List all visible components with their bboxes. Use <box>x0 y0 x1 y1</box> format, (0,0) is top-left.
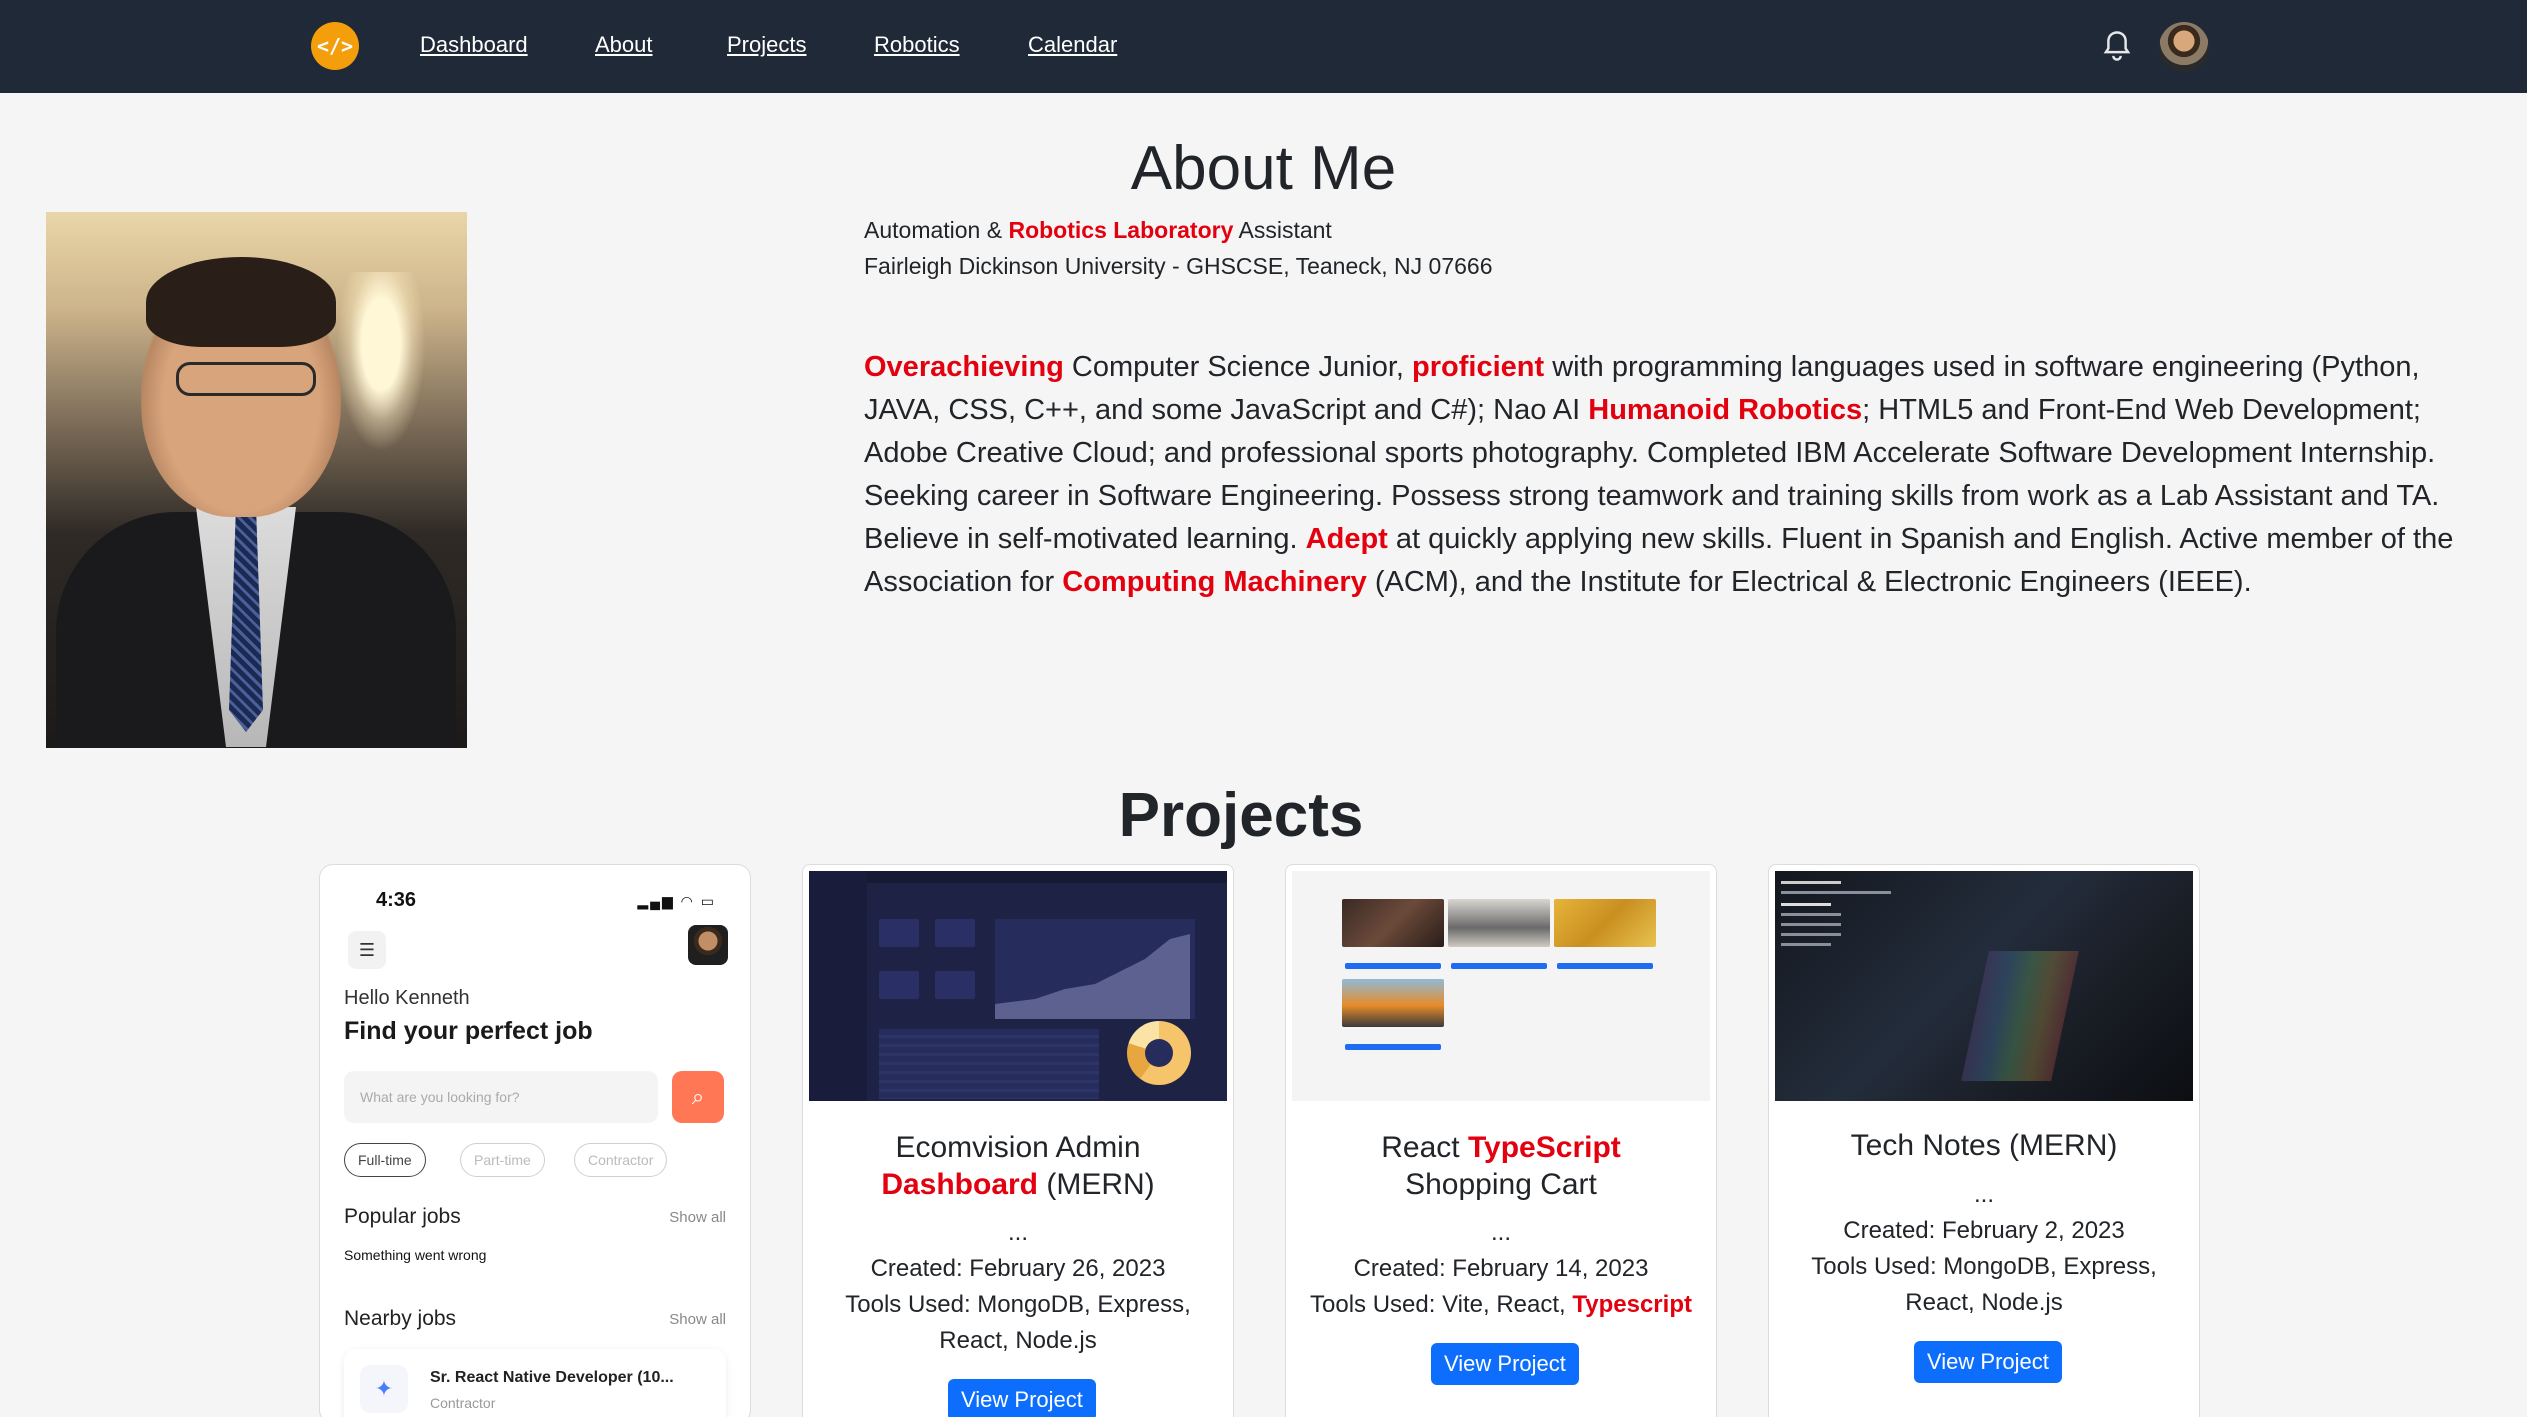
company-logo-icon: ✦ <box>360 1365 408 1413</box>
project-card-tech-notes: Tech Notes (MERN) ... Created: February … <box>1768 864 2200 1417</box>
view-project-button[interactable]: View Project <box>948 1379 1096 1417</box>
code-logo-icon[interactable]: </> <box>311 22 359 70</box>
greeting: Hello Kenneth <box>344 987 470 1009</box>
bio-highlight: proficient <box>1412 351 1545 383</box>
bio-text: Computer Science Junior, <box>1063 351 1413 383</box>
project-dots: ... <box>1007 1219 1028 1246</box>
nearby-jobs-heading: Nearby jobs <box>344 1307 457 1330</box>
phone-avatar[interactable] <box>688 925 728 965</box>
view-project-button[interactable]: View Project <box>1431 1343 1579 1385</box>
role-highlight: Robotics Laboratory <box>1008 217 1234 243</box>
phone-time: 4:36 <box>376 889 417 911</box>
project-tools: Tools Used: Vite, React, Typescript <box>1310 1291 1692 1318</box>
headline: Find your perfect job <box>344 1017 593 1045</box>
project-card-shopping-cart: React TypeScript Shopping Cart ... Creat… <box>1285 864 1717 1417</box>
bio-text: (ACM), and the Institute for Electrical … <box>1366 566 2252 598</box>
project-screenshot <box>809 871 1227 1101</box>
project-dots: ... <box>1490 1219 1511 1246</box>
job-role: Automation & Robotics Laboratory Assista… <box>864 217 1332 243</box>
project-dots: ... <box>1973 1181 1994 1208</box>
project-title: Ecomvision Admin Dashboard (MERN) <box>881 1131 1155 1201</box>
project-created: Created: February 2, 2023 <box>1843 1217 2125 1244</box>
project-tools: Tools Used: MongoDB, Express, React, Nod… <box>1811 1253 2157 1316</box>
popular-jobs-heading: Popular jobs <box>344 1205 461 1228</box>
job-type: Contractor <box>430 1395 496 1411</box>
show-all-nearby[interactable]: Show all <box>669 1311 726 1328</box>
phone-status-icons: ▂▄▆ ◠ ▭ <box>637 893 716 909</box>
job-title: Sr. React Native Developer (10... <box>430 1369 674 1386</box>
chip-part-time[interactable]: Part-time <box>460 1143 545 1177</box>
bio-highlight: Computing Machinery <box>1062 566 1367 598</box>
chip-contractor[interactable]: Contractor <box>574 1143 668 1177</box>
project-screenshot <box>1775 871 2193 1101</box>
nav-link-calendar[interactable]: Calendar <box>1028 32 1117 58</box>
project-tools: Tools Used: MongoDB, Express, React, Nod… <box>845 1291 1191 1354</box>
project-title: Tech Notes (MERN) <box>1850 1129 2118 1162</box>
nav-link-robotics[interactable]: Robotics <box>874 32 960 58</box>
chip-full-time[interactable]: Full-time <box>344 1143 426 1177</box>
project-title: React TypeScript Shopping Cart <box>1381 1131 1621 1201</box>
project-screenshot <box>1292 871 1710 1101</box>
project-created: Created: February 26, 2023 <box>870 1255 1166 1282</box>
bio-highlight: Overachieving <box>864 351 1064 383</box>
projects-title: Projects <box>1118 781 1364 850</box>
bio-highlight: Humanoid Robotics <box>1588 394 1863 426</box>
university-address: Fairleigh Dickinson University - GHSCSE,… <box>864 253 1493 279</box>
project-created: Created: February 14, 2023 <box>1353 1255 1649 1282</box>
show-all-popular[interactable]: Show all <box>669 1209 726 1226</box>
user-avatar[interactable] <box>2159 22 2209 72</box>
bio-paragraph: Overachieving Computer Science Junior, p… <box>864 346 2494 604</box>
top-navbar: </> Dashboard About Projects Robotics Ca… <box>0 0 2527 93</box>
nav-link-projects[interactable]: Projects <box>727 32 806 58</box>
bio-highlight: Adept <box>1305 523 1388 555</box>
nav-link-dashboard[interactable]: Dashboard <box>420 32 528 58</box>
about-title: About Me <box>1130 134 1397 203</box>
search-icon[interactable]: ⌕ <box>672 1071 724 1123</box>
profile-photo <box>46 212 467 748</box>
menu-icon[interactable]: ☰ <box>348 931 386 969</box>
project-card-jobs-app: 4:36 ▂▄▆ ◠ ▭ ☰ Hello Kenneth Find your p… <box>319 864 751 1417</box>
nav-link-about[interactable]: About <box>595 32 653 58</box>
error-text: Something went wrong <box>344 1247 487 1263</box>
job-list-item[interactable]: ✦ Sr. React Native Developer (10... Cont… <box>344 1349 726 1417</box>
job-search-input[interactable] <box>344 1071 658 1123</box>
bell-icon[interactable] <box>2102 30 2132 62</box>
view-project-button[interactable]: View Project <box>1914 1341 2062 1383</box>
project-card-ecomvision: Ecomvision Admin Dashboard (MERN) ... Cr… <box>802 864 1234 1417</box>
